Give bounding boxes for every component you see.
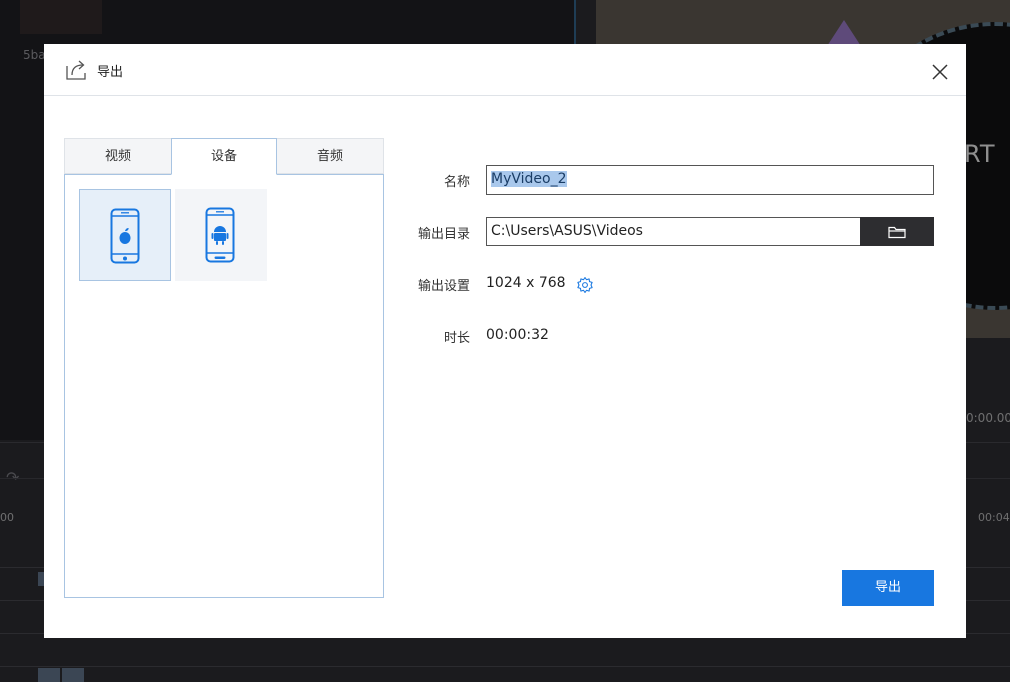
export-button[interactable]: 导出 <box>842 570 934 606</box>
export-dialog: 导出 视频 设备 音频 名称 MyVideo_2 输出目录 C:\Users\A… <box>44 44 966 638</box>
folder-icon <box>888 226 906 239</box>
timeline-clip <box>62 668 84 682</box>
browse-folder-button[interactable] <box>860 217 934 246</box>
timeline-clip <box>38 668 60 682</box>
media-thumbnail <box>20 0 102 34</box>
export-tabs: 视频 设备 音频 <box>64 138 384 175</box>
timeline-track-line <box>0 666 1010 667</box>
duration-value: 00:00:32 <box>486 327 549 343</box>
dialog-header: 导出 <box>44 44 966 96</box>
name-input[interactable]: MyVideo_2 <box>486 165 934 195</box>
media-thumbnail-label: 5ba <box>23 48 46 62</box>
panel-divider <box>574 0 576 44</box>
output-dir-label: 输出目录 <box>417 227 470 242</box>
device-ios[interactable] <box>79 189 171 281</box>
preview-time: 0:00.00 <box>966 411 1010 425</box>
duration-label: 时长 <box>443 331 470 346</box>
dialog-title: 导出 <box>97 65 124 80</box>
tab-device[interactable]: 设备 <box>171 138 277 175</box>
iphone-apple-icon <box>110 208 140 264</box>
tab-audio[interactable]: 音频 <box>276 138 384 174</box>
device-panel <box>64 174 384 598</box>
ruler-end-time: 00:04 <box>978 511 1010 524</box>
device-android[interactable] <box>175 189 267 281</box>
name-input-value: MyVideo_2 <box>491 171 567 187</box>
preview-text: RT <box>964 140 996 168</box>
phone-android-icon <box>205 207 235 263</box>
resolution-value: 1024 x 768 <box>486 275 566 291</box>
export-share-icon <box>66 60 86 80</box>
name-label: 名称 <box>443 175 470 190</box>
ruler-start-time: 00 <box>0 511 14 524</box>
output-dir-input[interactable]: C:\Users\ASUS\Videos <box>486 217 862 246</box>
close-icon[interactable] <box>928 60 952 84</box>
tab-video[interactable]: 视频 <box>64 138 172 174</box>
output-settings-label: 输出设置 <box>417 279 470 294</box>
gear-icon[interactable] <box>576 276 594 294</box>
